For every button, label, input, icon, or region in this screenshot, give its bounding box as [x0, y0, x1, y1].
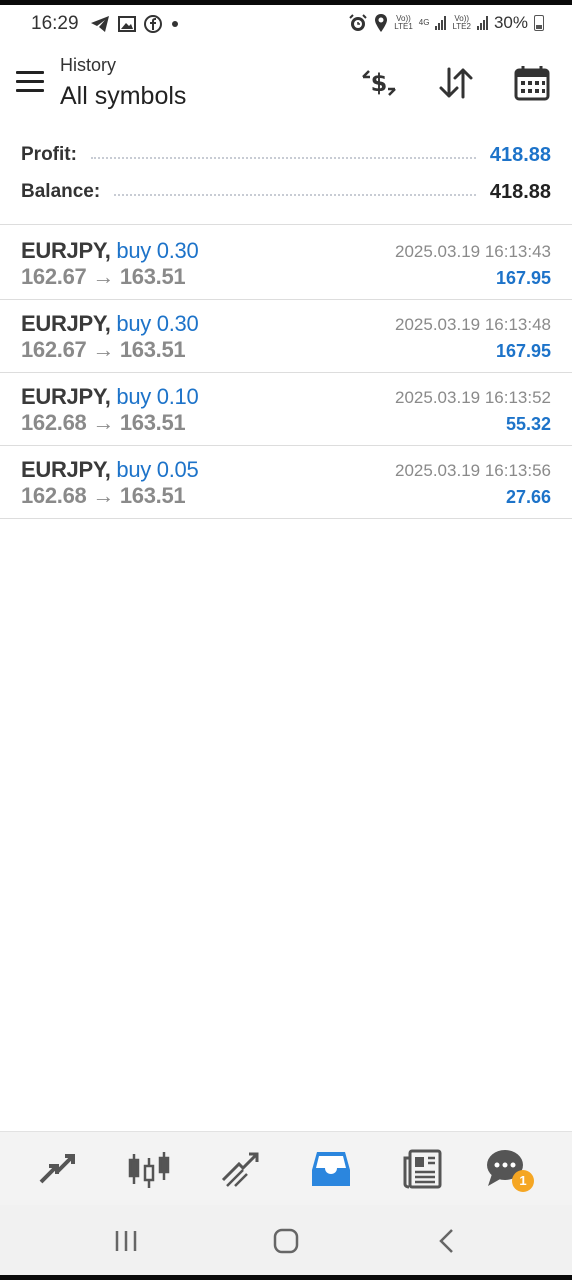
trade-symbol: EURJPY, — [21, 311, 111, 336]
trade-time: 2025.03.19 16:13:52 — [395, 388, 551, 407]
profit-label: Profit: — [21, 144, 77, 165]
recent-apps-button[interactable] — [106, 1225, 146, 1257]
date-range-button[interactable] — [512, 63, 552, 103]
calendar-icon — [514, 66, 550, 101]
trade-side-volume: buy 0.30 — [116, 238, 199, 263]
sort-button[interactable] — [436, 63, 476, 103]
arrow-icon: → — [92, 337, 115, 362]
close-price: 163.51 — [119, 264, 186, 289]
profit-row: Profit: 418.88 — [21, 140, 551, 170]
balance-label: Balance: — [21, 181, 101, 202]
4g-indicator: 4G — [418, 18, 430, 27]
arrow-icon: → — [92, 264, 115, 289]
trade-row[interactable]: EURJPY, buy 0.10 162.68 → 163.51 2025.03… — [0, 372, 572, 445]
home-button[interactable] — [266, 1225, 306, 1257]
battery-icon — [534, 15, 544, 31]
tab-chart[interactable] — [126, 1146, 172, 1192]
trade-symbol: EURJPY, — [21, 238, 111, 263]
quotes-arrows-icon — [39, 1154, 75, 1184]
open-price: 162.68 — [21, 483, 87, 508]
svg-text:$: $ — [371, 69, 388, 97]
screen-bottom-edge — [0, 1275, 572, 1280]
inbox-tray-icon — [312, 1152, 350, 1186]
facebook-icon — [144, 15, 162, 33]
balance-value: 418.88 — [489, 180, 551, 203]
newspaper-icon — [403, 1149, 442, 1189]
trade-time: 2025.03.19 16:13:56 — [395, 461, 551, 480]
trade-time: 2025.03.19 16:13:48 — [395, 315, 551, 334]
chat-badge: 1 — [512, 1170, 534, 1192]
trade-profit: 167.95 — [495, 341, 551, 361]
close-price: 163.51 — [119, 483, 186, 508]
trade-symbol: EURJPY, — [21, 384, 111, 409]
candlestick-icon — [128, 1152, 170, 1188]
page-subtitle: History — [60, 55, 117, 75]
menu-button[interactable] — [16, 71, 44, 93]
trade-profit: 167.95 — [495, 268, 551, 288]
volte-1-indicator: Vo)) LTE1 — [394, 14, 413, 31]
back-icon — [439, 1229, 453, 1253]
divider — [0, 518, 572, 519]
open-price: 162.68 — [21, 410, 87, 435]
sort-arrows-icon — [439, 67, 473, 99]
close-price: 163.51 — [119, 337, 186, 362]
open-price: 162.67 — [21, 264, 87, 289]
trade-profit: 55.32 — [505, 414, 551, 434]
profit-value: 418.88 — [489, 143, 551, 166]
arrow-icon: → — [92, 483, 115, 508]
alarm-icon — [349, 14, 367, 31]
trade-row[interactable]: EURJPY, buy 0.30 162.67 → 163.51 2025.03… — [0, 299, 572, 372]
trade-time: 2025.03.19 16:13:43 — [395, 242, 551, 261]
page-title: All symbols — [60, 82, 187, 110]
recent-apps-icon — [115, 1231, 137, 1251]
telegram-icon — [91, 16, 109, 32]
status-bar: 16:29 Vo)) LTE1 4G Vo)) LTE2 30% — [0, 5, 572, 41]
close-price: 163.51 — [119, 410, 186, 435]
status-time: 16:29 — [31, 13, 79, 34]
tab-trade[interactable] — [217, 1146, 263, 1192]
tab-history[interactable] — [308, 1146, 354, 1192]
signal-2-icon — [476, 16, 488, 30]
dollar-exchange-icon: $ — [362, 69, 396, 97]
back-button[interactable] — [426, 1225, 466, 1257]
trade-side-volume: buy 0.05 — [116, 457, 199, 482]
tab-quotes[interactable] — [35, 1146, 81, 1192]
signal-1-icon — [435, 16, 447, 30]
trade-side-volume: buy 0.30 — [116, 311, 199, 336]
dot-icon — [172, 21, 178, 27]
volte-2-indicator: Vo)) LTE2 — [452, 14, 471, 31]
tab-news[interactable] — [400, 1146, 446, 1192]
trade-side-volume: buy 0.10 — [116, 384, 199, 409]
tab-chat[interactable]: 1 — [484, 1146, 534, 1192]
leader-dots — [114, 194, 476, 196]
arrow-icon: → — [92, 410, 115, 435]
open-price: 162.67 — [21, 337, 87, 362]
location-icon — [375, 14, 388, 32]
system-navigation-bar — [0, 1205, 572, 1275]
home-icon — [273, 1228, 299, 1254]
battery-percent: 30% — [493, 13, 528, 32]
app-bar: History All symbols $ — [0, 45, 572, 130]
trade-row[interactable]: EURJPY, buy 0.30 162.67 → 163.51 2025.03… — [0, 226, 572, 299]
gallery-icon — [118, 16, 136, 32]
bottom-tab-bar: 1 — [0, 1131, 572, 1206]
trade-row[interactable]: EURJPY, buy 0.05 162.68 → 163.51 2025.03… — [0, 445, 572, 518]
divider — [0, 224, 572, 225]
trade-lines-icon — [221, 1152, 259, 1187]
trade-profit: 27.66 — [505, 487, 551, 507]
trade-symbol: EURJPY, — [21, 457, 111, 482]
leader-dots — [90, 157, 476, 159]
deposit-withdraw-button[interactable]: $ — [359, 63, 399, 103]
balance-row: Balance: 418.88 — [21, 177, 551, 207]
